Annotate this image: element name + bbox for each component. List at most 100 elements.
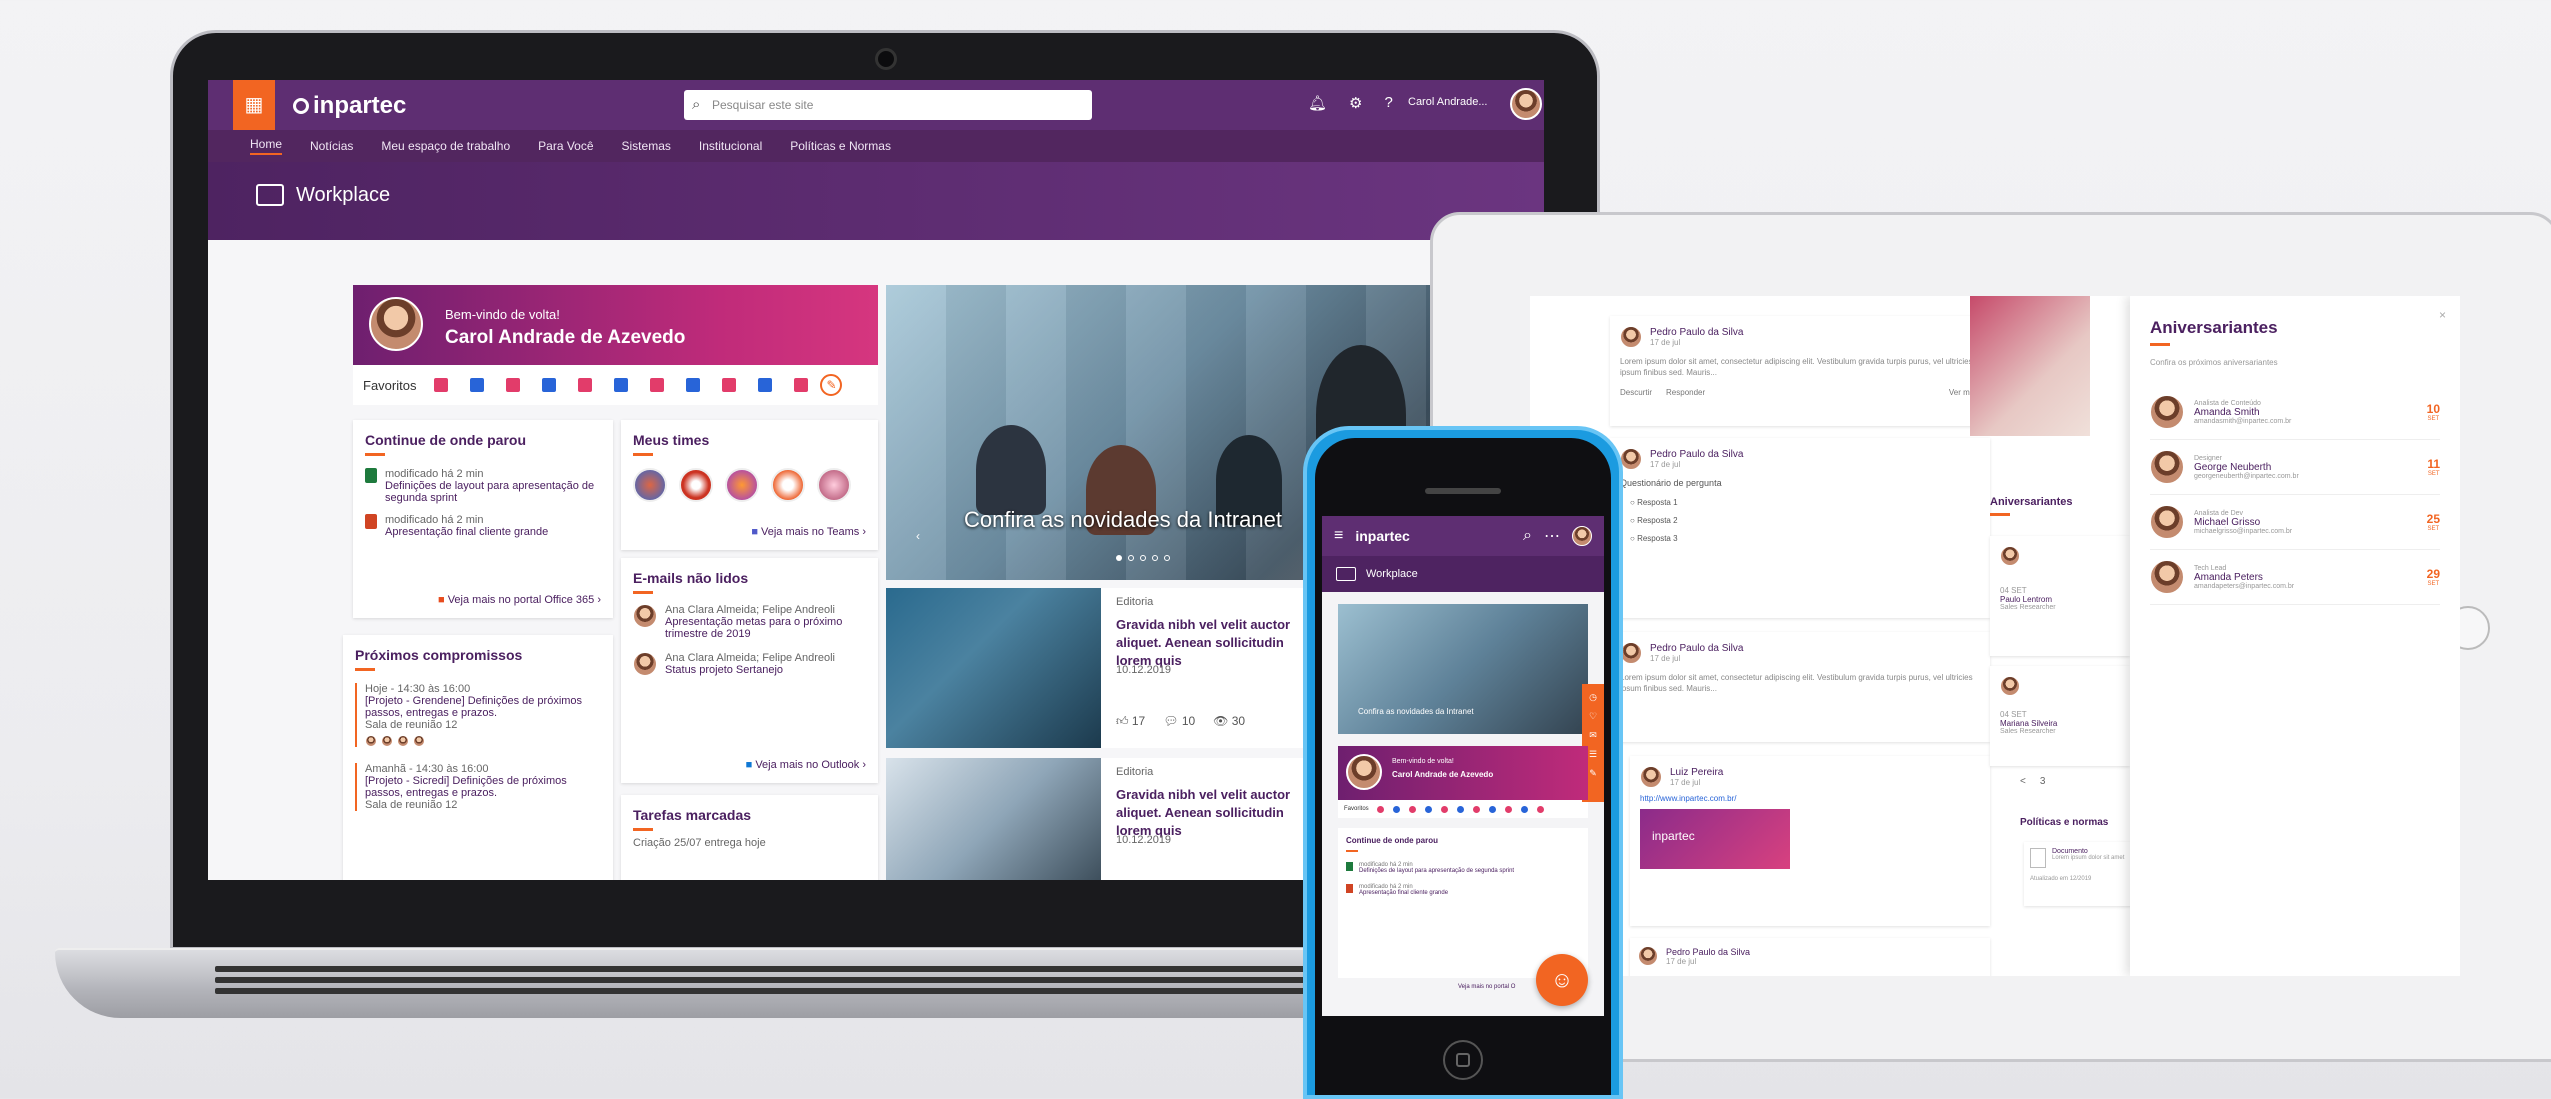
birthday-row[interactable]: Tech Lead Amanda Peters amandapeters@inpar… — [2150, 550, 2440, 605]
user-name[interactable]: Carol Andrade... — [1408, 96, 1488, 108]
birthday-row[interactable]: Analista de Dev Michael Grisso michaelgris… — [2150, 495, 2440, 550]
team-icon[interactable] — [725, 468, 759, 502]
team-icon[interactable] — [679, 468, 713, 502]
outlook-link[interactable]: ■ Veja mais no Outlook › — [746, 759, 866, 771]
list-item[interactable]: modificado há 2 min Apresentação final cl… — [1346, 884, 1580, 896]
link-preview[interactable]: inpartec — [1640, 809, 1790, 869]
user-avatar[interactable] — [1572, 526, 1592, 546]
gear-icon[interactable]: ⚙ — [1349, 94, 1362, 112]
bell-icon[interactable]: 🔔︎ — [1308, 94, 1327, 112]
feed-post[interactable]: Pedro Paulo da Silva 17 de jul Lorem ipsu… — [1610, 632, 1990, 742]
favorite-shortcut-icon[interactable] — [434, 378, 449, 392]
list-item[interactable]: modificado há 2 min Apresentação final cl… — [365, 514, 601, 538]
favorite-shortcut-icon[interactable] — [614, 378, 629, 392]
event-item[interactable]: Hoje - 14:30 às 16:00 [Projeto - Grenden… — [355, 683, 601, 747]
list-item[interactable]: Ana Clara Almeida; Felipe Andreoli Status… — [633, 652, 866, 676]
event-item[interactable]: Amanhã - 14:30 às 16:00 [Projeto - Sicre… — [355, 763, 601, 811]
carousel-prev[interactable]: ‹ — [916, 529, 920, 543]
phone-logo[interactable]: inpartec — [1355, 528, 1409, 544]
office-link[interactable]: ■ Veja mais no portal Office 365 › — [438, 594, 601, 606]
favorite-shortcut-icon[interactable] — [1504, 805, 1512, 813]
edit-icon[interactable]: ✎ — [820, 374, 843, 396]
carousel-dots[interactable] — [1116, 555, 1170, 561]
phone-office-link[interactable]: Veja mais no portal O — [1458, 984, 1515, 990]
birthday-row[interactable]: Analista de Conteúdo Amanda Smith amandasm… — [2150, 385, 2440, 440]
teams-link[interactable]: ■ Veja mais no Teams › — [751, 526, 866, 538]
list-item[interactable]: modificado há 2 min Definições de layout … — [1346, 862, 1580, 874]
person-email: amandasmith@inpartec.com.br — [2194, 417, 2292, 425]
phone-hero[interactable]: Confira as novidades da Intranet — [1338, 604, 1588, 734]
phone-home-button[interactable] — [1443, 1040, 1483, 1080]
favorite-shortcut-icon[interactable] — [1472, 805, 1480, 813]
nav-sistemas[interactable]: Sistemas — [622, 139, 671, 153]
search-input[interactable]: ⌕ Pesquisar este site — [684, 90, 1092, 120]
feed-post[interactable]: Luiz Pereira 17 de jul http://www.inparte… — [1630, 756, 1990, 926]
nav-noticias[interactable]: Notícias — [310, 139, 353, 153]
feed-post[interactable]: Pedro Paulo da Silva 17 de jul Lorem ipsu… — [1610, 316, 1990, 426]
team-icon[interactable] — [817, 468, 851, 502]
birthday-row[interactable]: Designer George Neuberth georgeneuberth@in… — [2150, 440, 2440, 495]
favorite-shortcut-icon[interactable] — [1424, 805, 1432, 813]
welcome-avatar — [369, 297, 423, 351]
task-item[interactable]: Criação 25/07 entrega hoje — [633, 837, 866, 849]
favorite-shortcut-icon[interactable] — [470, 378, 485, 392]
side-person[interactable]: 04 SET Mariana Silveira Sales Researcher — [1990, 666, 2130, 766]
list-item[interactable]: Ana Clara Almeida; Felipe Andreoli Aprese… — [633, 604, 866, 640]
side-person[interactable]: 04 SET Paulo Lentrom Sales Researcher — [1990, 536, 2130, 656]
eye-icon[interactable]: 👁︎ 30 — [1213, 714, 1245, 729]
chatbot-button[interactable]: ☺ — [1536, 954, 1588, 1006]
favorite-shortcut-icon[interactable] — [1408, 805, 1416, 813]
nav-meu-espaco[interactable]: Meu espaço de trabalho — [381, 139, 510, 153]
poll-option[interactable]: ○ Resposta 1 — [1630, 494, 1980, 512]
favorite-shortcut-icon[interactable] — [1536, 805, 1544, 813]
favorite-shortcut-icon[interactable] — [1392, 805, 1400, 813]
person-name: Amanda Smith — [2194, 406, 2260, 418]
person-role: Tech Lead — [2194, 564, 2227, 572]
feed-post[interactable]: Pedro Paulo da Silva 17 de jul Questionár… — [1610, 438, 1990, 618]
reply-button[interactable]: Responder — [1666, 388, 1705, 397]
list-item[interactable]: modificado há 2 min Definições de layout … — [365, 468, 601, 504]
toolbar-icon[interactable]: ✉ — [1589, 730, 1597, 741]
favorite-shortcut-icon[interactable] — [542, 378, 557, 392]
pager-prev[interactable]: < — [2020, 776, 2026, 787]
favorite-shortcut-icon[interactable] — [1520, 805, 1528, 813]
app-launcher-icon[interactable]: ▦ — [233, 80, 275, 130]
policy-doc[interactable]: Documento Lorem ipsum dolor sit amet Atua… — [2024, 842, 2144, 906]
pager-page[interactable]: 3 — [2040, 776, 2046, 787]
toolbar-icon[interactable]: ✎ — [1589, 768, 1597, 779]
favorite-shortcut-icon[interactable] — [758, 378, 773, 392]
search-icon[interactable]: ⌕ — [1523, 527, 1532, 545]
toolbar-icon[interactable]: ◷ — [1589, 692, 1597, 703]
like-icon[interactable]: 👍︎ 17 — [1116, 714, 1145, 729]
nav-para-voce[interactable]: Para Você — [538, 139, 593, 153]
favorite-shortcut-icon[interactable] — [1488, 805, 1496, 813]
favorite-shortcut-icon[interactable] — [722, 378, 737, 392]
favorite-shortcut-icon[interactable] — [686, 378, 701, 392]
favorite-shortcut-icon[interactable] — [578, 378, 593, 392]
more-icon[interactable]: ⋯ — [1544, 526, 1560, 546]
favorite-shortcut-icon[interactable] — [794, 378, 809, 392]
favorite-shortcut-icon[interactable] — [1440, 805, 1448, 813]
logo[interactable]: inpartec — [293, 92, 406, 120]
toolbar-icon[interactable]: ♡ — [1589, 711, 1597, 722]
toolbar-icon[interactable]: ☰ — [1589, 749, 1597, 760]
poll-option[interactable]: ○ Resposta 3 — [1630, 530, 1980, 548]
post-link[interactable]: http://www.inpartec.com.br/ — [1640, 794, 1980, 803]
help-icon[interactable]: ? — [1385, 94, 1393, 112]
menu-icon[interactable]: ≡ — [1334, 527, 1343, 545]
team-icon[interactable] — [771, 468, 805, 502]
close-icon[interactable]: × — [2439, 308, 2446, 322]
user-avatar[interactable] — [1510, 88, 1542, 120]
nav-home[interactable]: Home — [250, 137, 283, 155]
favorite-shortcut-icon[interactable] — [650, 378, 665, 392]
nav-politicas[interactable]: Políticas e Normas — [790, 139, 891, 153]
like-button[interactable]: Descurtir — [1620, 388, 1652, 397]
team-icon[interactable] — [633, 468, 667, 502]
favorite-shortcut-icon[interactable] — [1376, 805, 1384, 813]
favorite-shortcut-icon[interactable] — [506, 378, 521, 392]
comment-icon[interactable]: 💬︎ 10 — [1163, 714, 1195, 729]
favorite-shortcut-icon[interactable] — [1456, 805, 1464, 813]
poll-option[interactable]: ○ Resposta 2 — [1630, 512, 1980, 530]
nav-institucional[interactable]: Institucional — [699, 139, 762, 153]
feed-post[interactable]: Pedro Paulo da Silva 17 de jul — [1630, 938, 1990, 976]
